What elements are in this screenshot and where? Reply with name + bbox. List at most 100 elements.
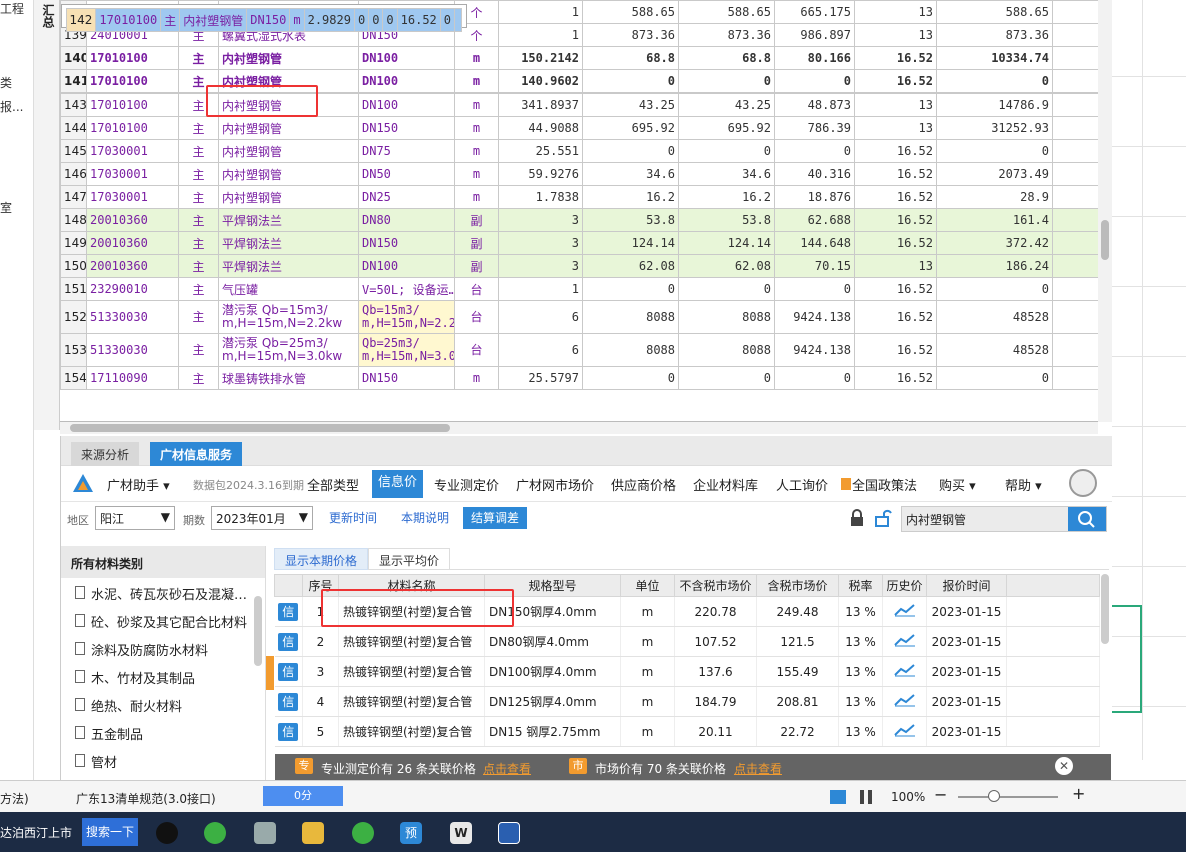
scroll-thumb[interactable] xyxy=(70,424,450,432)
grid-cell-rate[interactable]: 16.52 xyxy=(854,333,937,367)
period-note-button[interactable]: 本期说明 xyxy=(393,507,457,529)
grid-cell-p2[interactable]: 43.25 xyxy=(678,93,775,117)
info-price-badge[interactable]: 信 xyxy=(278,632,299,651)
grid-cell-qty[interactable]: 1 xyxy=(498,0,583,24)
grid-cell-total[interactable]: 10334.74 xyxy=(936,46,1053,70)
grid-row[interactable]: 147 17030001 主内衬塑钢管 DN25 m 1.7838 16.2 16.2 18.8… xyxy=(60,185,1098,209)
grid-cell-p2[interactable]: 124.14 xyxy=(678,231,775,255)
grid-cell-total[interactable]: 161.4 xyxy=(936,208,1053,232)
nav-item[interactable]: 工程 xyxy=(0,0,24,17)
info-price-badge[interactable]: 信 xyxy=(278,662,299,681)
grid-cell-p3[interactable]: 62.688 xyxy=(774,208,855,232)
category-item[interactable]: 木、竹材及其制品 xyxy=(61,662,265,690)
grid-cell-no[interactable]: 149 xyxy=(60,231,87,255)
price-cell-history[interactable] xyxy=(882,626,927,657)
tab-current-price[interactable]: 显示本期价格 xyxy=(274,548,369,570)
grid-cell-rate[interactable]: 16.52 xyxy=(854,139,937,163)
budget-app-icon[interactable]: 预 xyxy=(400,822,422,844)
grid-row[interactable]: 14017010100主内衬塑钢管DN100m150.214268.868.88… xyxy=(60,46,1098,70)
grid-cell-type[interactable]: 主 xyxy=(160,8,181,32)
grid-vertical-scrollbar[interactable] xyxy=(1098,0,1112,422)
col-header[interactable]: 不含税市场价 xyxy=(674,574,757,597)
grid-cell-p3[interactable]: 18.876 xyxy=(774,185,855,209)
grid-cell-p2[interactable]: 0 xyxy=(678,366,775,390)
grid-cell-qty[interactable]: 1 xyxy=(498,23,583,47)
grid-cell-spec[interactable]: DN150 xyxy=(358,231,455,255)
wechat-icon[interactable] xyxy=(204,822,226,844)
grid-cell-p1[interactable]: 0 xyxy=(353,8,370,32)
grid-cell-unit[interactable]: m xyxy=(454,46,499,70)
calculator-icon[interactable] xyxy=(254,822,276,844)
score-badge[interactable]: 0分 xyxy=(263,786,343,806)
grid-cell-unit[interactable]: m xyxy=(454,116,499,140)
grid-cell-rate[interactable]: 16.52 xyxy=(854,185,937,209)
grid-cell-p1[interactable]: 68.8 xyxy=(582,46,679,70)
price-row[interactable]: 信 3 热镀锌钢塑(衬塑)复合管 DN100钢厚4.0mm m 137.6 155.49 13… xyxy=(274,656,1100,687)
grid-cell-no[interactable]: 142 xyxy=(65,8,97,32)
grid-cell-type[interactable]: 主 xyxy=(178,333,219,367)
tab-source-analysis[interactable]: 来源分析 xyxy=(71,442,140,466)
grid-cell-p1[interactable]: 8088 xyxy=(582,300,679,334)
grid-cell-qty[interactable]: 59.9276 xyxy=(498,162,583,186)
price-row[interactable]: 信 5 热镀锌钢塑(衬塑)复合管 DN15 钢厚2.75mm m 20.11 22.72 13… xyxy=(274,716,1100,747)
grid-cell-code[interactable]: 17110090 xyxy=(86,366,179,390)
grid-cell-total[interactable]: 48528 xyxy=(936,333,1053,367)
grid-cell-spec[interactable]: DN150 xyxy=(246,8,291,32)
period-select[interactable]: 2023年01月 ▼ xyxy=(211,506,313,530)
price-cell-spec[interactable]: DN15 钢厚2.75mm xyxy=(484,716,621,747)
nav-item[interactable]: 报... xyxy=(0,98,23,115)
col-header[interactable]: 含税市场价 xyxy=(756,574,839,597)
grid-cell-name[interactable]: 内衬塑钢管 xyxy=(218,185,359,209)
price-cell-name[interactable]: 热镀锌钢塑(衬塑)复合管 xyxy=(338,656,485,687)
category-item[interactable]: 水泥、砖瓦灰砂石及混凝… xyxy=(61,578,265,606)
grid-cell-total[interactable]: 48528 xyxy=(936,300,1053,334)
grid-cell-unit[interactable]: m xyxy=(454,93,499,117)
grid-cell-rate[interactable]: 16.52 xyxy=(854,277,937,301)
grid-cell-code[interactable]: 20010360 xyxy=(86,231,179,255)
grid-cell-p1[interactable]: 62.08 xyxy=(582,254,679,278)
grid-cell-no[interactable]: 140 xyxy=(60,46,87,70)
grid-cell-unit[interactable]: m xyxy=(289,8,305,32)
menu-national-policy[interactable]: 全国政策法 xyxy=(841,475,917,494)
grid-cell-rate[interactable]: 16.52 xyxy=(854,46,937,70)
grid-cell-p2[interactable]: 695.92 xyxy=(678,116,775,140)
category-item[interactable]: 涂料及防腐防水材料 xyxy=(61,634,265,662)
grid-cell-code[interactable]: 20010360 xyxy=(86,254,179,278)
grid-cell-unit[interactable]: 副 xyxy=(454,231,499,255)
grid-cell-code[interactable]: 17010100 xyxy=(86,69,179,93)
price-row[interactable]: 信 4 热镀锌钢塑(衬塑)复合管 DN125钢厚4.0mm m 184.79 208.81 1… xyxy=(274,686,1100,717)
grid-cell-rate[interactable]: 16.52 xyxy=(396,8,441,32)
price-cell-name[interactable]: 热镀锌钢塑(衬塑)复合管 xyxy=(338,716,485,747)
update-time-button[interactable]: 更新时间 xyxy=(321,507,385,529)
grid-cell-p3[interactable]: 0 xyxy=(774,366,855,390)
grid-cell-unit[interactable]: m xyxy=(454,69,499,93)
grid-cell-total[interactable]: 0 xyxy=(439,8,456,32)
grid-cell-name[interactable]: 内衬塑钢管 xyxy=(179,8,248,32)
grid-cell-qty[interactable]: 150.2142 xyxy=(498,46,583,70)
grid-cell-qty[interactable]: 25.5797 xyxy=(498,366,583,390)
grid-cell-name[interactable]: 球墨铸铁排水管 xyxy=(218,366,359,390)
grid-cell-p1[interactable]: 8088 xyxy=(582,333,679,367)
category-item[interactable]: 砼、砂浆及其它配合比材料 xyxy=(61,606,265,634)
menu-all-types[interactable]: 全部类型 xyxy=(307,475,359,494)
grid-cell-name[interactable]: 平焊钢法兰 xyxy=(218,254,359,278)
grid-cell-p2[interactable]: 16.2 xyxy=(678,185,775,209)
grid-cell-p2[interactable]: 34.6 xyxy=(678,162,775,186)
grid-cell-unit[interactable]: 副 xyxy=(454,254,499,278)
grid-cell-qty[interactable]: 44.9088 xyxy=(498,116,583,140)
grid-cell-rate[interactable]: 16.52 xyxy=(854,231,937,255)
grid-cell-type[interactable]: 主 xyxy=(178,185,219,209)
taskbar-news-text[interactable]: 达泊西汀上市 xyxy=(0,824,72,841)
grid-cell-p3[interactable]: 70.15 xyxy=(774,254,855,278)
menu-help[interactable]: 帮助 ▾ xyxy=(1005,475,1042,494)
price-cell-spec[interactable]: DN80钢厚4.0mm xyxy=(484,626,621,657)
grid-cell-p1[interactable]: 588.65 xyxy=(582,0,679,24)
grid-cell-p2[interactable]: 0 xyxy=(678,277,775,301)
price-scrollbar[interactable] xyxy=(1101,574,1109,644)
grid-cell-spec[interactable]: DN100 xyxy=(358,93,455,117)
zoom-slider-handle[interactable] xyxy=(988,790,1000,802)
grid-row[interactable]: 150 20010360 主平焊钢法兰 DN100 副 3 62.08 62.08 70.15 1… xyxy=(60,254,1098,278)
grid-cell-no[interactable]: 144 xyxy=(60,116,87,140)
grid-cell-total[interactable]: 873.36 xyxy=(936,23,1053,47)
trend-chart-icon[interactable] xyxy=(893,723,916,737)
